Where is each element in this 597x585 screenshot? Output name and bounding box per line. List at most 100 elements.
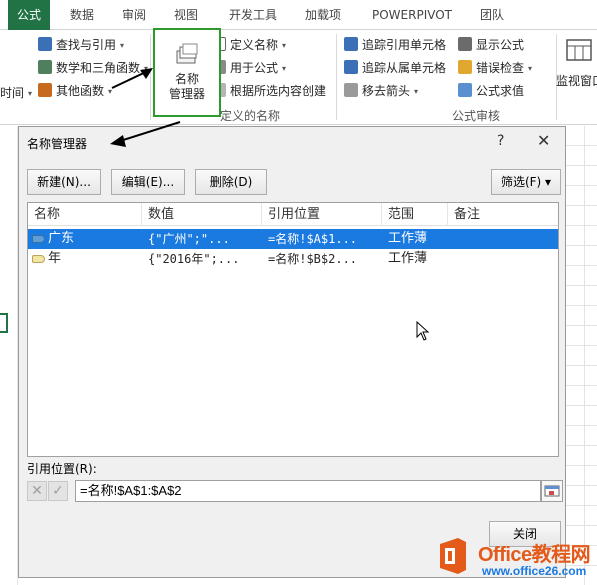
watermark-url: www.office26.com <box>482 564 587 578</box>
column-header-scope[interactable]: 范围 <box>382 203 448 226</box>
evaluate-formula-icon <box>458 83 472 97</box>
active-cell-indicator <box>0 313 8 333</box>
more-functions-icon <box>38 83 52 97</box>
math-label: 数学和三角函数 <box>56 61 141 75</box>
use-in-formula-label: 用于公式 <box>230 61 279 75</box>
delete-button[interactable]: 删除(D) <box>195 169 267 195</box>
edit-button[interactable]: 编辑(E)... <box>111 169 185 195</box>
datetime-partial[interactable]: 时间 ▾ <box>0 83 32 103</box>
math-icon <box>38 60 52 74</box>
remove-arrows-label: 移去箭头 <box>362 84 411 98</box>
filter-button[interactable]: 筛选(F) ▾ <box>491 169 561 195</box>
cell-scope: 工作薄 <box>388 251 428 266</box>
more-functions-button[interactable]: 其他函数 ▾ <box>38 81 112 101</box>
create-from-selection-label: 根据所选内容创建 <box>230 84 327 98</box>
cell-refers-to: =名称!$B$2... <box>268 252 358 266</box>
ribbon-body: 时间 ▾ 查找与引用 ▾ 数学和三角函数 ▾ 其他函数 ▾ 定义名称 ▾ 用于公式 ▾ 根据… <box>0 30 597 125</box>
cell-comment <box>454 229 554 249</box>
tab-view[interactable]: 视图 <box>166 0 206 30</box>
watch-window-button[interactable]: 监视窗口 <box>556 34 597 104</box>
table-row[interactable]: 年 {"2016年";... =名称!$B$2... 工作薄 <box>28 249 558 269</box>
name-manager-label-2: 管理器 <box>168 87 205 101</box>
column-header-refers-to[interactable]: 引用位置 <box>262 203 382 226</box>
show-formulas-button[interactable]: 显示公式 <box>458 35 524 55</box>
help-icon[interactable]: ? <box>497 133 504 149</box>
chevron-down-icon: ▾ <box>282 41 287 50</box>
column-header-name[interactable]: 名称 <box>28 203 142 226</box>
error-check-button[interactable]: 错误检查 ▾ <box>458 58 532 78</box>
office-logo-icon <box>440 538 466 574</box>
tab-developer[interactable]: 开发工具 <box>222 0 284 30</box>
trace-precedents-label: 追踪引用单元格 <box>362 38 447 52</box>
worksheet-left <box>0 126 18 585</box>
watermark-title: Office教程网 <box>478 544 591 566</box>
chevron-down-icon: ▾ <box>528 64 533 73</box>
names-list[interactable]: 名称 数值 引用位置 范围 备注 广东 {"广州";"... =名称!$A$1.… <box>27 202 559 457</box>
chevron-down-icon: ▾ <box>282 64 287 73</box>
worksheet-right <box>566 126 597 585</box>
remove-arrows-button[interactable]: 移去箭头 ▾ <box>344 81 418 101</box>
tab-team[interactable]: 团队 <box>472 0 512 30</box>
cell-value: {"广州";"... <box>148 232 230 246</box>
show-formulas-icon <box>458 37 472 51</box>
trace-precedents-button[interactable]: 追踪引用单元格 <box>344 35 446 55</box>
ribbon-tabs: 公式 数据 审阅 视图 开发工具 加载项 POWERPIVOT 团队 <box>0 0 597 30</box>
lookup-icon <box>38 37 52 51</box>
cell-scope: 工作薄 <box>388 231 428 246</box>
tab-data[interactable]: 数据 <box>62 0 102 30</box>
cell-name: 年 <box>48 251 62 266</box>
more-functions-label: 其他函数 <box>56 84 105 98</box>
divider <box>150 34 151 120</box>
use-in-formula-button[interactable]: 用于公式 ▾ <box>212 58 286 78</box>
define-name-button[interactable]: 定义名称 ▾ <box>212 35 286 55</box>
remove-arrows-icon <box>344 83 358 97</box>
error-check-icon <box>458 60 472 74</box>
cell-refers-to: =名称!$A$1... <box>268 232 358 246</box>
dialog-title: 名称管理器 <box>27 137 88 151</box>
collapse-dialog-button[interactable] <box>541 480 563 502</box>
close-icon[interactable]: ✕ <box>537 131 550 150</box>
cell-comment <box>454 249 554 269</box>
table-row[interactable]: 广东 {"广州";"... =名称!$A$1... 工作薄 <box>28 229 558 249</box>
datetime-label: 时间 <box>0 86 25 100</box>
tab-addins[interactable]: 加载项 <box>298 0 348 30</box>
cell-name: 广东 <box>48 231 75 246</box>
names-list-header: 名称 数值 引用位置 范围 备注 <box>28 203 558 226</box>
refers-to-label: 引用位置(R): <box>27 462 97 476</box>
chevron-down-icon: ▾ <box>414 87 419 96</box>
chevron-down-icon: ▾ <box>120 41 125 50</box>
evaluate-formula-button[interactable]: 公式求值 <box>458 81 524 101</box>
show-formulas-label: 显示公式 <box>476 38 525 52</box>
name-manager-icon <box>176 43 198 64</box>
group-label-defined-names: 定义的名称 <box>220 109 281 123</box>
math-trig-button[interactable]: 数学和三角函数 ▾ <box>38 58 148 78</box>
error-check-label: 错误检查 <box>476 61 525 75</box>
column-header-value[interactable]: 数值 <box>142 203 262 226</box>
divider <box>336 34 337 120</box>
trace-precedents-icon <box>344 37 358 51</box>
mouse-cursor-icon <box>416 321 430 341</box>
trace-dependents-button[interactable]: 追踪从属单元格 <box>344 58 446 78</box>
evaluate-formula-label: 公式求值 <box>476 84 525 98</box>
tab-powerpivot[interactable]: POWERPIVOT <box>364 0 460 30</box>
watch-window-icon <box>566 39 592 61</box>
chevron-down-icon: ▾ <box>108 87 113 96</box>
refers-to-input[interactable]: =名称!$A$1:$A$2 <box>75 480 541 502</box>
confirm-edit-icon[interactable]: ✓ <box>48 481 68 501</box>
column-gridline <box>584 126 585 585</box>
column-header-comment[interactable]: 备注 <box>448 203 558 226</box>
lookup-reference-button[interactable]: 查找与引用 ▾ <box>38 35 124 55</box>
new-button[interactable]: 新建(N)... <box>27 169 101 195</box>
cancel-edit-icon[interactable]: ✕ <box>27 481 47 501</box>
tab-formulas[interactable]: 公式 <box>8 0 50 30</box>
define-name-label: 定义名称 <box>230 38 279 52</box>
trace-dependents-label: 追踪从属单元格 <box>362 61 447 75</box>
lookup-label: 查找与引用 <box>56 38 117 52</box>
tab-review[interactable]: 审阅 <box>114 0 154 30</box>
create-from-selection-button[interactable]: 根据所选内容创建 <box>212 81 326 101</box>
watch-window-label: 监视窗口 <box>556 74 597 88</box>
trace-dependents-icon <box>344 60 358 74</box>
name-manager-label-1: 名称 <box>174 72 199 86</box>
name-manager-button[interactable]: 名称 管理器 <box>153 28 221 117</box>
cell-value: {"2016年";... <box>148 252 240 266</box>
